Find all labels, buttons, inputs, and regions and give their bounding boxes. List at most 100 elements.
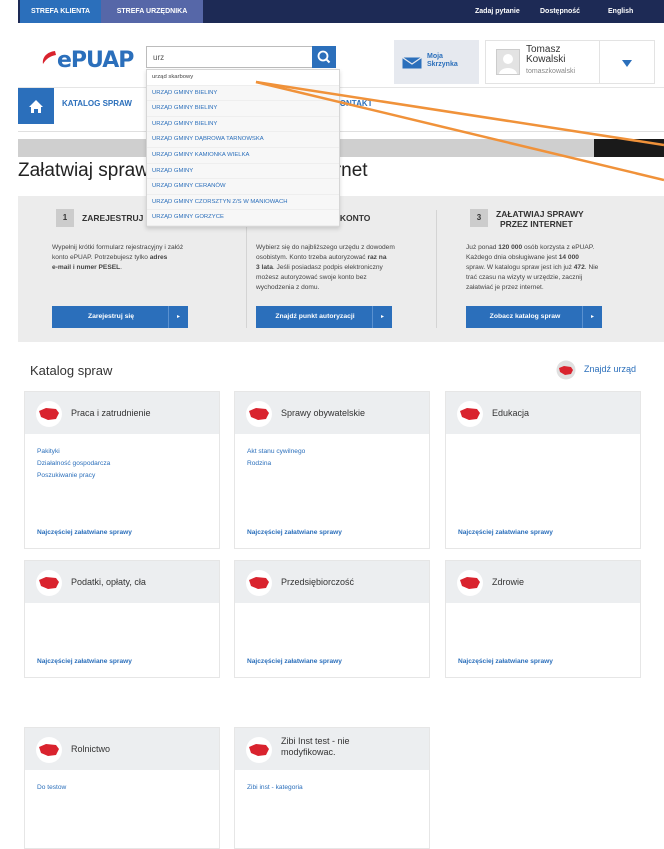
card-link[interactable]: Rodzina	[247, 458, 305, 470]
tab-strefa-urzednika[interactable]: STREFA URZĘDNIKA	[101, 0, 203, 23]
poland-map-icon	[36, 737, 62, 763]
arrow-right-icon: ▸	[372, 306, 392, 328]
suggestion-item[interactable]: URZĄD GMINY KAMIONKA WIELKA	[147, 147, 339, 164]
catalog-card-zibi-test[interactable]: Zibi Inst test - nie modyfikowac. Zibi i…	[234, 727, 430, 849]
arrow-right-icon: ▸	[168, 306, 188, 328]
top-bar: STREFA KLIENTA STREFA URZĘDNIKA Zadaj py…	[18, 0, 664, 23]
home-button[interactable]	[18, 88, 54, 124]
frequent-matters-link[interactable]: Najczęściej załatwiane sprawy	[37, 658, 132, 665]
card-link[interactable]: Działalność gospodarcza	[37, 458, 110, 470]
card-link[interactable]: Pakityki	[37, 446, 110, 458]
card-link[interactable]: Zibi inst - kategoria	[247, 782, 303, 794]
frequent-matters-link[interactable]: Najczęściej załatwiane sprawy	[247, 529, 342, 536]
suggestion-item[interactable]: URZĄD GMINY CERANÓW	[147, 179, 339, 195]
suggestion-item[interactable]: URZĄD GMINY BIELINY	[147, 116, 339, 133]
card-links: Do testow	[37, 782, 66, 794]
catalog-card-praca[interactable]: Praca i zatrudnienie Pakityki Działalnoś…	[24, 391, 220, 549]
card-header: Sprawy obywatelskie	[235, 392, 429, 434]
language-link[interactable]: English	[608, 0, 633, 23]
card-header: Przedsiębiorczość	[235, 561, 429, 603]
user-panel[interactable]: Tomasz Kowalski tomaszkowalski	[485, 40, 600, 84]
nav-catalog[interactable]: KATALOG SPRAW	[62, 88, 132, 124]
catalog-card-podatki[interactable]: Podatki, opłaty, cła Najczęściej załatwi…	[24, 560, 220, 678]
suggestion-item[interactable]: URZĄD GMINY GORZYCE	[147, 210, 339, 226]
step-description: Wypełnij krótki formularz rejestracyjny …	[52, 244, 184, 271]
step-online: 3 ZAŁATWIAJ SPRAWY PRZEZ INTERNET Już po…	[466, 206, 656, 334]
poland-map-icon	[457, 401, 483, 427]
user-login: tomaszkowalski	[526, 68, 576, 75]
accessibility-link[interactable]: Dostępność	[540, 0, 580, 23]
user-silhouette-icon	[499, 54, 517, 74]
step-description: Wybierz się do najbliższego urzędu z dow…	[256, 244, 395, 291]
step-title: ZAŁATWIAJ SPRAWY PRZEZ INTERNET	[496, 209, 584, 229]
card-title: Zdrowie	[492, 577, 525, 587]
card-header: Podatki, opłaty, cła	[25, 561, 219, 603]
card-title: Rolnictwo	[71, 744, 111, 754]
mailbox-label-1: Moja	[427, 53, 443, 60]
suggestion-item[interactable]: urząd skarbowy	[147, 70, 339, 86]
suggestion-item[interactable]: URZĄD GMINY BIELINY	[147, 85, 339, 102]
card-links: Pakityki Działalność gospodarcza Poszuki…	[37, 446, 110, 482]
divider	[436, 210, 437, 328]
user-menu-toggle[interactable]	[600, 40, 655, 84]
envelope-icon	[402, 57, 422, 69]
search-suggestions-dropdown: urząd skarbowy URZĄD GMINY BIELINY URZĄD…	[146, 69, 340, 227]
mailbox-button[interactable]: Moja Skrzynka	[394, 40, 479, 84]
find-office-link[interactable]: Znajdź urząd	[555, 360, 655, 380]
poland-map-icon	[246, 570, 272, 596]
card-title: Podatki, opłaty, cła	[71, 577, 146, 587]
user-last-name: Kowalski	[526, 54, 566, 65]
card-link[interactable]: Do testow	[37, 782, 66, 794]
mailbox-label-2: Skrzynka	[427, 61, 458, 68]
banner-dark-block	[594, 139, 664, 157]
poland-map-icon	[246, 737, 272, 763]
card-title: Praca i zatrudnienie	[71, 408, 151, 418]
card-title: Przedsiębiorczość	[281, 577, 355, 587]
step-number: 1	[56, 209, 74, 227]
card-title: Zibi Inst test - nie modyfikowac.	[281, 736, 350, 757]
card-header: Rolnictwo	[25, 728, 219, 770]
tab-strefa-klienta[interactable]: STREFA KLIENTA	[20, 0, 101, 23]
suggestion-item[interactable]: URZĄD GMINY BIELINY	[147, 101, 339, 117]
search-button[interactable]	[312, 46, 336, 68]
frequent-matters-link[interactable]: Najczęściej załatwiane sprawy	[458, 658, 553, 665]
divider	[246, 210, 247, 328]
chevron-down-icon	[622, 60, 632, 67]
frequent-matters-link[interactable]: Najczęściej załatwiane sprawy	[458, 529, 553, 536]
suggestion-item[interactable]: URZĄD GMINY DĄBROWA TARNOWSKA	[147, 132, 339, 148]
catalog-card-edukacja[interactable]: Edukacja Najczęściej załatwiane sprawy	[445, 391, 641, 549]
frequent-matters-link[interactable]: Najczęściej załatwiane sprawy	[37, 529, 132, 536]
suggestion-item[interactable]: URZĄD GMINY	[147, 163, 339, 180]
catalog-card-sprawy-obywatelskie[interactable]: Sprawy obywatelskie Akt stanu cywilnego …	[234, 391, 430, 549]
poland-map-icon	[246, 401, 272, 427]
epuap-logo[interactable]: ePUAP	[42, 48, 134, 73]
find-authorization-button[interactable]: Znajdź punkt autoryzacji ▸	[256, 306, 392, 328]
catalog-card-przedsiebiorczosc[interactable]: Przedsiębiorczość Najczęściej załatwiane…	[234, 560, 430, 678]
frequent-matters-link[interactable]: Najczęściej załatwiane sprawy	[247, 658, 342, 665]
card-title: Sprawy obywatelskie	[281, 408, 366, 418]
card-header: Zibi Inst test - nie modyfikowac.	[235, 728, 429, 770]
card-title: Edukacja	[492, 408, 530, 418]
card-links: Akt stanu cywilnego Rodzina	[247, 446, 305, 470]
ask-question-link[interactable]: Zadaj pytanie	[475, 0, 520, 23]
card-header: Praca i zatrudnienie	[25, 392, 219, 434]
card-link[interactable]: Akt stanu cywilnego	[247, 446, 305, 458]
card-link[interactable]: Poszukiwanie pracy	[37, 470, 110, 482]
suggestion-item[interactable]: URZĄD GMINY CZORSZTYN Z/S W MANIOWACH	[147, 194, 339, 211]
step-number: 3	[470, 209, 488, 227]
arrow-right-icon: ▸	[582, 306, 602, 328]
header: ePUAP Moja Skrzynka Tomasz Kow	[18, 23, 664, 88]
view-catalog-button[interactable]: Zobacz katalog spraw ▸	[466, 306, 602, 328]
poland-map-icon	[36, 401, 62, 427]
card-header: Edukacja	[446, 392, 640, 434]
main-nav: KATALOG SPRAW KONTAKT	[18, 88, 664, 132]
catalog-card-rolnictwo[interactable]: Rolnictwo Do testow	[24, 727, 220, 849]
search-input[interactable]	[147, 47, 314, 67]
poland-map-icon	[457, 570, 483, 596]
catalog-card-zdrowie[interactable]: Zdrowie Najczęściej załatwiane sprawy	[445, 560, 641, 678]
register-button[interactable]: Zarejestruj się ▸	[52, 306, 188, 328]
step-description: Już ponad 120 000 osób korzysta z ePUAP.…	[466, 244, 599, 291]
home-icon	[29, 100, 43, 113]
logo-swoosh-icon	[42, 51, 56, 64]
card-links: Zibi inst - kategoria	[247, 782, 303, 794]
